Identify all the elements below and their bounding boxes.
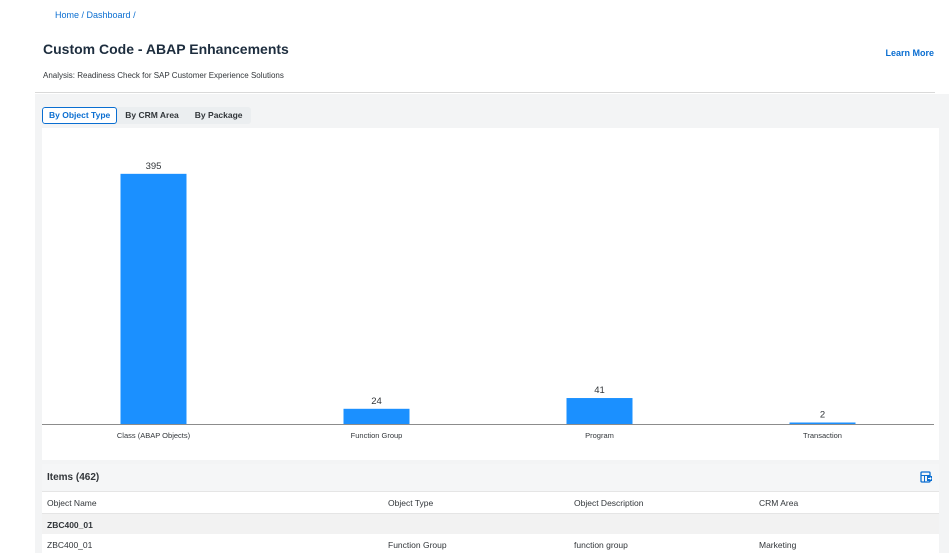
bar-chart-card: 395 Class (ABAP Objects) 24 Function Group 4… xyxy=(42,128,939,460)
page-title: Custom Code - ABAP Enhancements xyxy=(43,41,289,57)
items-count-title: Items (462) xyxy=(47,472,100,483)
view-tabs: By Object Type By CRM Area By Package xyxy=(42,107,251,124)
column-header-crm-area[interactable]: CRM Area xyxy=(759,498,798,508)
cell-object-description: function group xyxy=(574,540,628,550)
chart-data-label: 24 xyxy=(371,396,382,407)
export-button[interactable] xyxy=(918,469,934,485)
breadcrumb-dashboard-link[interactable]: Dashboard xyxy=(87,10,131,20)
page-subtitle: Analysis: Readiness Check for SAP Custom… xyxy=(43,71,284,80)
table-row[interactable]: ZBC400_01 Function Group function group … xyxy=(42,535,939,553)
cell-crm-area: Marketing xyxy=(759,540,797,550)
breadcrumb-separator: / xyxy=(79,10,87,20)
cell-object-name: ZBC400_01 xyxy=(47,540,93,550)
chart-category-label: Transaction xyxy=(803,431,842,440)
tab-by-object-type[interactable]: By Object Type xyxy=(42,107,118,124)
chart-category-label: Program xyxy=(585,431,614,440)
table-toolbar: Items (462) xyxy=(42,464,939,492)
breadcrumb-home-link[interactable]: Home xyxy=(55,10,79,20)
chart-data-label: 395 xyxy=(146,161,162,172)
export-to-spreadsheet-icon xyxy=(920,471,932,483)
column-header-object-description[interactable]: Object Description xyxy=(574,498,643,508)
tab-by-crm-area[interactable]: By CRM Area xyxy=(117,107,187,124)
breadcrumb: Home / Dashboard / xyxy=(55,10,136,20)
page: Home / Dashboard / Custom Code - ABAP En… xyxy=(0,0,949,553)
bar-chart: 395 Class (ABAP Objects) 24 Function Group 4… xyxy=(42,161,934,440)
chart-data-label: 41 xyxy=(594,385,605,396)
cell-object-type: Function Group xyxy=(388,540,447,550)
chart-bar[interactable] xyxy=(566,398,633,424)
chart-category-label: Class (ABAP Objects) xyxy=(117,431,191,440)
chart-bar[interactable] xyxy=(343,408,410,424)
tab-by-package[interactable]: By Package xyxy=(187,107,251,124)
chart-category-label: Function Group xyxy=(351,431,403,440)
items-table: Items (462) Object Name Object Type Obje… xyxy=(42,464,939,553)
group-label: ZBC400_01 xyxy=(47,520,93,530)
chart-bar[interactable] xyxy=(120,173,187,424)
table-group-row[interactable]: ZBC400_01 xyxy=(42,514,939,534)
column-header-object-name[interactable]: Object Name xyxy=(47,498,97,508)
column-header-object-type[interactable]: Object Type xyxy=(388,498,433,508)
table-header-row: Object Name Object Type Object Descripti… xyxy=(42,492,939,514)
chart-bar[interactable] xyxy=(789,422,856,425)
breadcrumb-separator: / xyxy=(130,10,136,20)
content-area: By Object Type By CRM Area By Package 39… xyxy=(35,94,949,553)
chart-data-label: 2 xyxy=(820,410,825,421)
header-divider xyxy=(35,92,935,93)
page-header: Home / Dashboard / Custom Code - ABAP En… xyxy=(0,0,949,93)
learn-more-link[interactable]: Learn More xyxy=(885,48,934,58)
